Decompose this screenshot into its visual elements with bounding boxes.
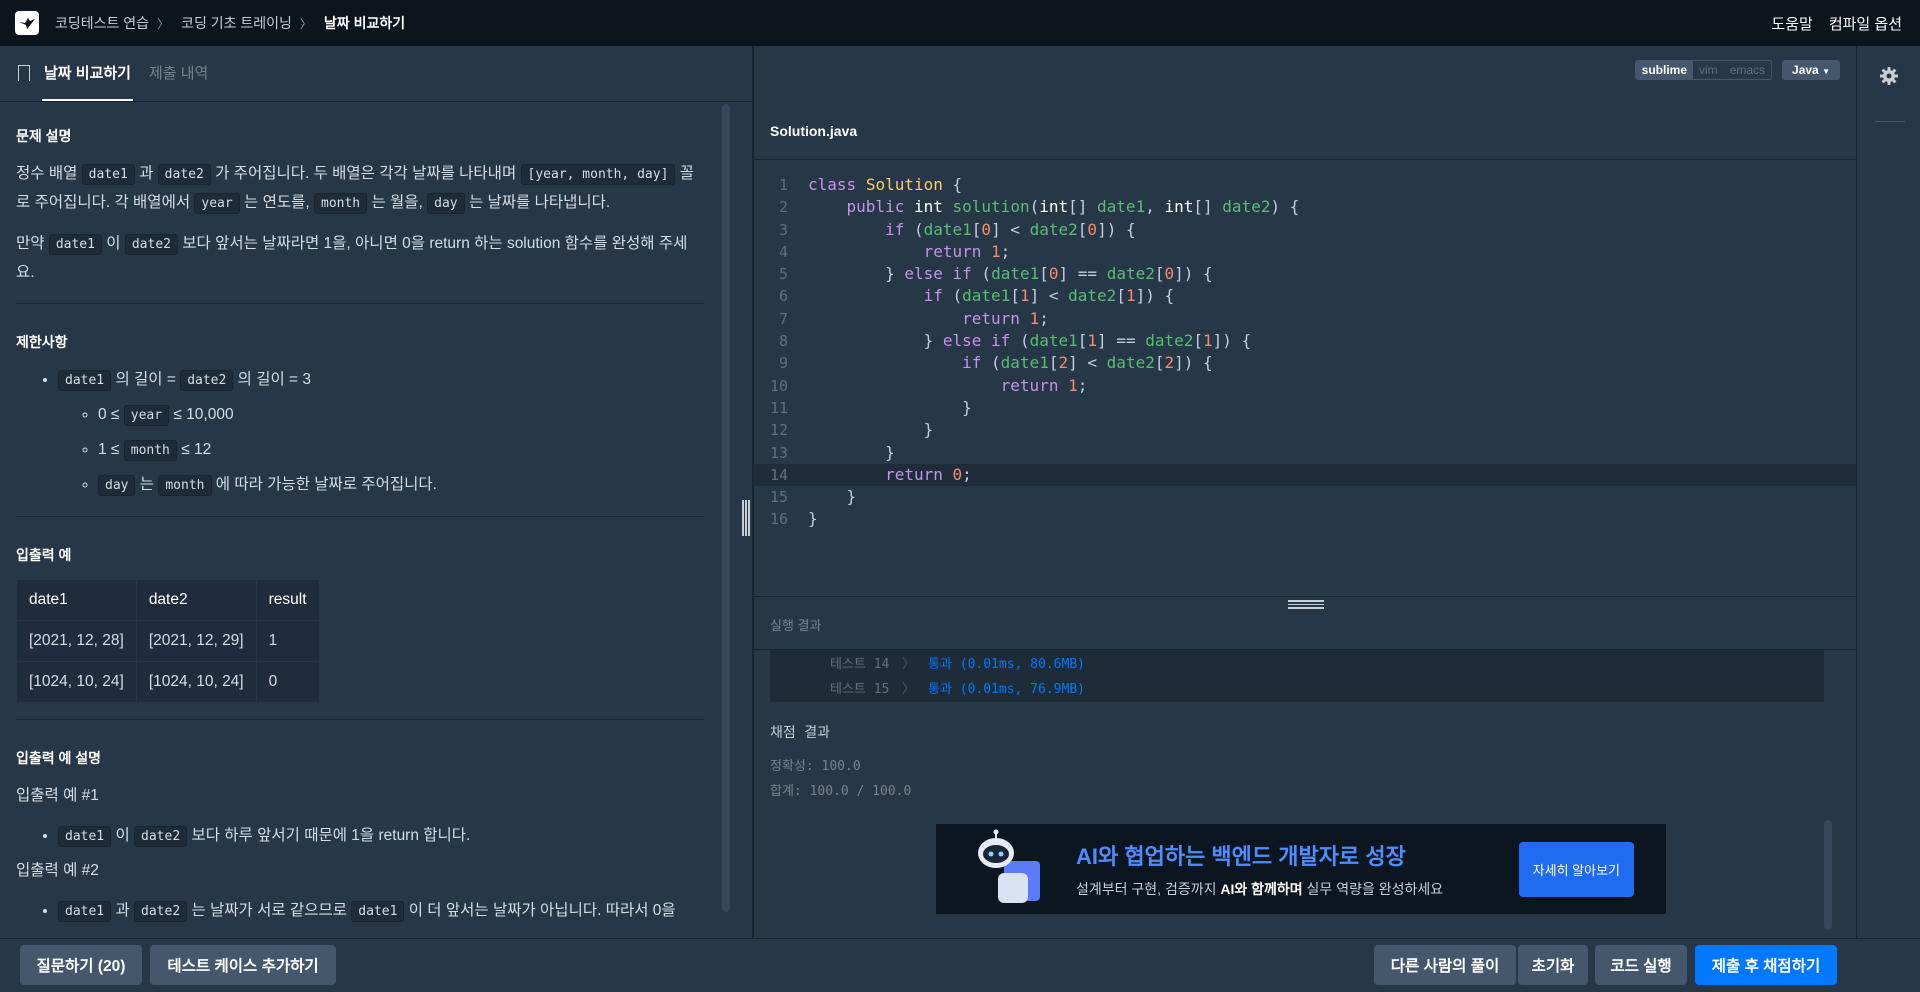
divider bbox=[16, 303, 704, 304]
problem-scrollbar[interactable] bbox=[722, 104, 730, 912]
language-select[interactable]: Java ▼ bbox=[1782, 60, 1840, 80]
bottom-action-bar: 질문하기 (20) 테스트 케이스 추가하기 다른 사람의 풀이 초기화 코드 … bbox=[0, 938, 1920, 992]
tab-submissions[interactable]: 제출 내역 bbox=[147, 62, 210, 101]
keymap-switch: sublime vim emacs bbox=[1634, 60, 1773, 80]
test-result-row: 테스트 15 〉 통과 (0.01ms, 76.9MB) bbox=[830, 677, 1824, 702]
bird-icon bbox=[19, 18, 35, 29]
code-line: 16} bbox=[769, 509, 818, 529]
resize-handle-icon[interactable] bbox=[740, 500, 752, 536]
problem-tabs: 날짜 비교하기 제출 내역 bbox=[0, 46, 752, 102]
table-header-row: date1 date2 result bbox=[16, 579, 320, 621]
code-line: 5 } else if (date1[0] == date2[0]) { bbox=[778, 264, 1213, 284]
code-line: 8 } else if (date1[1] == date2[1]) { bbox=[778, 331, 1252, 351]
code-line: 1 class Solution { bbox=[778, 175, 963, 194]
list-item: date1 과 date2 는 날짜가 서로 같으므로 date1 이 더 앞서… bbox=[58, 897, 704, 926]
result-splitter[interactable] bbox=[754, 596, 1856, 597]
list-item: day 는 month 에 따라 가능한 날짜로 주어집니다. bbox=[98, 471, 704, 500]
submit-button[interactable]: 제출 후 채점하기 bbox=[1695, 945, 1837, 985]
caret-down-icon: ▼ bbox=[1822, 67, 1830, 76]
breadcrumb-basic-training[interactable]: 코딩 기초 트레이닝 bbox=[181, 13, 292, 33]
list-item: 1 ≤ month ≤ 12 bbox=[98, 436, 704, 465]
test-result-row: 테스트 14 〉 통과 (0.01ms, 80.6MB) bbox=[830, 652, 1824, 677]
code-line: 9 if (date1[2] < date2[2]) { bbox=[778, 353, 1213, 373]
code-line: 7 return 1; bbox=[778, 308, 1049, 328]
bookmark-icon[interactable] bbox=[17, 65, 30, 86]
help-link[interactable]: 도움말 bbox=[1771, 13, 1812, 34]
code-editor[interactable]: 1 class Solution { 2 public int solution(… bbox=[754, 174, 1856, 531]
mode-sublime[interactable]: sublime bbox=[1635, 61, 1694, 79]
learn-more-button[interactable]: 자세히 알아보기 bbox=[1518, 841, 1634, 897]
list-item: date1 의 길이 = date2 의 길이 = 3 0 ≤ year ≤ 1… bbox=[58, 366, 704, 500]
chevron-right-icon: 〉 bbox=[902, 682, 916, 697]
others-solutions-button[interactable]: 다른 사람의 풀이 bbox=[1374, 945, 1516, 985]
gear-icon[interactable] bbox=[1879, 66, 1899, 86]
mode-emacs[interactable]: emacs bbox=[1724, 61, 1771, 79]
list-item: 0 ≤ year ≤ 10,000 bbox=[98, 401, 704, 430]
code-line: 3 if (date1[0] < date2[0]) { bbox=[778, 219, 1136, 239]
ask-question-button[interactable]: 질문하기 (20) bbox=[20, 945, 142, 985]
code-line: 6 if (date1[1] < date2[1]) { bbox=[778, 286, 1175, 306]
table-row: [1024, 10, 24] [1024, 10, 24] 0 bbox=[16, 661, 320, 703]
desc-paragraph: 정수 배열 date1 과 date2 가 주어집니다. 두 배열은 각각 날짜… bbox=[16, 160, 704, 218]
file-name: Solution.java bbox=[754, 102, 1856, 160]
add-test-case-button[interactable]: 테스트 케이스 추가하기 bbox=[150, 945, 336, 985]
grade-summary: 채점 결과 정확성: 100.0 합계: 100.0 / 100.0 bbox=[770, 722, 911, 804]
chevron-right-icon: 〉 bbox=[157, 16, 170, 31]
breadcrumb-coding-test[interactable]: 코딩테스트 연습 bbox=[55, 13, 149, 33]
example-title: 입출력 예 #2 bbox=[16, 862, 99, 879]
example-title: 입출력 예 #1 bbox=[16, 787, 99, 804]
right-sidebar bbox=[1856, 46, 1920, 938]
divider bbox=[16, 719, 704, 720]
io-table: date1 date2 result [2021, 12, 28] [2021,… bbox=[16, 579, 320, 703]
chevron-right-icon: 〉 bbox=[299, 16, 312, 31]
list-item: date1 이 date2 보다 하루 앞서기 때문에 1을 return 합니… bbox=[58, 822, 704, 851]
result-heading: 실행 결과 bbox=[754, 600, 1856, 650]
section-heading: 입출력 예 bbox=[16, 547, 72, 563]
desc-paragraph: 만약 date1 이 date2 보다 앞서는 날짜라면 1을, 아니면 0을 … bbox=[16, 234, 688, 281]
grade-title: 채점 결과 bbox=[770, 725, 830, 741]
robot-illustration-icon bbox=[968, 829, 1048, 909]
programmers-logo[interactable] bbox=[15, 11, 39, 35]
problem-panel: 날짜 비교하기 제출 내역 문제 설명 정수 배열 date1 과 date2 … bbox=[0, 46, 752, 938]
code-line: 2 public int solution(int[] date1, int[]… bbox=[778, 197, 1300, 217]
ad-title: AI와 협업하는 백엔드 개발자로 성장 bbox=[1076, 844, 1406, 869]
editor-panel: sublime vim emacs Java ▼ Solution.java 1… bbox=[754, 46, 1856, 938]
reset-button[interactable]: 초기화 bbox=[1518, 945, 1588, 985]
run-code-button[interactable]: 코드 실행 bbox=[1595, 945, 1687, 985]
problem-description: 문제 설명 정수 배열 date1 과 date2 가 주어집니다. 두 배열은… bbox=[16, 116, 704, 926]
limits-list: date1 의 길이 = date2 의 길이 = 3 0 ≤ year ≤ 1… bbox=[58, 366, 704, 500]
code-line: 10 return 1; bbox=[769, 375, 1088, 395]
table-row: [2021, 12, 28] [2021, 12, 29] 1 bbox=[16, 620, 320, 662]
code-line: 12 } bbox=[769, 420, 934, 440]
section-heading: 제한사항 bbox=[16, 334, 68, 350]
result-scrollbar[interactable] bbox=[1824, 820, 1832, 930]
ad-subtitle: 설계부터 구현, 검증까지 AI와 함께하며 실무 역량을 완성하세요 bbox=[1076, 881, 1444, 897]
sidebar-divider bbox=[1875, 121, 1905, 122]
code-line: 13 } bbox=[769, 442, 895, 462]
section-heading: 입출력 예 설명 bbox=[16, 750, 102, 766]
test-results: 테스트 14 〉 통과 (0.01ms, 80.6MB) 테스트 15 〉 통과 (0.… bbox=[770, 650, 1824, 702]
code-line: 11 } bbox=[769, 397, 972, 417]
divider bbox=[16, 516, 704, 517]
chevron-right-icon: 〉 bbox=[902, 657, 916, 672]
tab-problem[interactable]: 날짜 비교하기 bbox=[42, 62, 133, 101]
editor-toolbar: sublime vim emacs Java ▼ bbox=[1634, 60, 1840, 80]
compile-options-link[interactable]: 컴파일 옵션 bbox=[1829, 13, 1902, 34]
breadcrumb-current: 날짜 비교하기 bbox=[323, 15, 406, 31]
code-line: 4 return 1; bbox=[778, 241, 1011, 261]
code-line-active: 14 return 0; bbox=[754, 463, 1856, 487]
code-line: 15 } bbox=[769, 487, 857, 507]
top-nav: 코딩테스트 연습 〉 코딩 기초 트레이닝 〉 날짜 비교하기 도움말 컴파일 … bbox=[0, 0, 1920, 46]
breadcrumb: 코딩테스트 연습 〉 코딩 기초 트레이닝 〉 날짜 비교하기 bbox=[55, 13, 405, 33]
accuracy-score: 정확성: 100.0 bbox=[770, 759, 861, 774]
mode-vim[interactable]: vim bbox=[1693, 61, 1724, 79]
ad-banner[interactable]: AI와 협업하는 백엔드 개발자로 성장 설계부터 구현, 검증까지 AI와 함… bbox=[936, 824, 1666, 914]
section-heading: 문제 설명 bbox=[16, 128, 72, 144]
total-score: 합계: 100.0 / 100.0 bbox=[770, 784, 912, 799]
